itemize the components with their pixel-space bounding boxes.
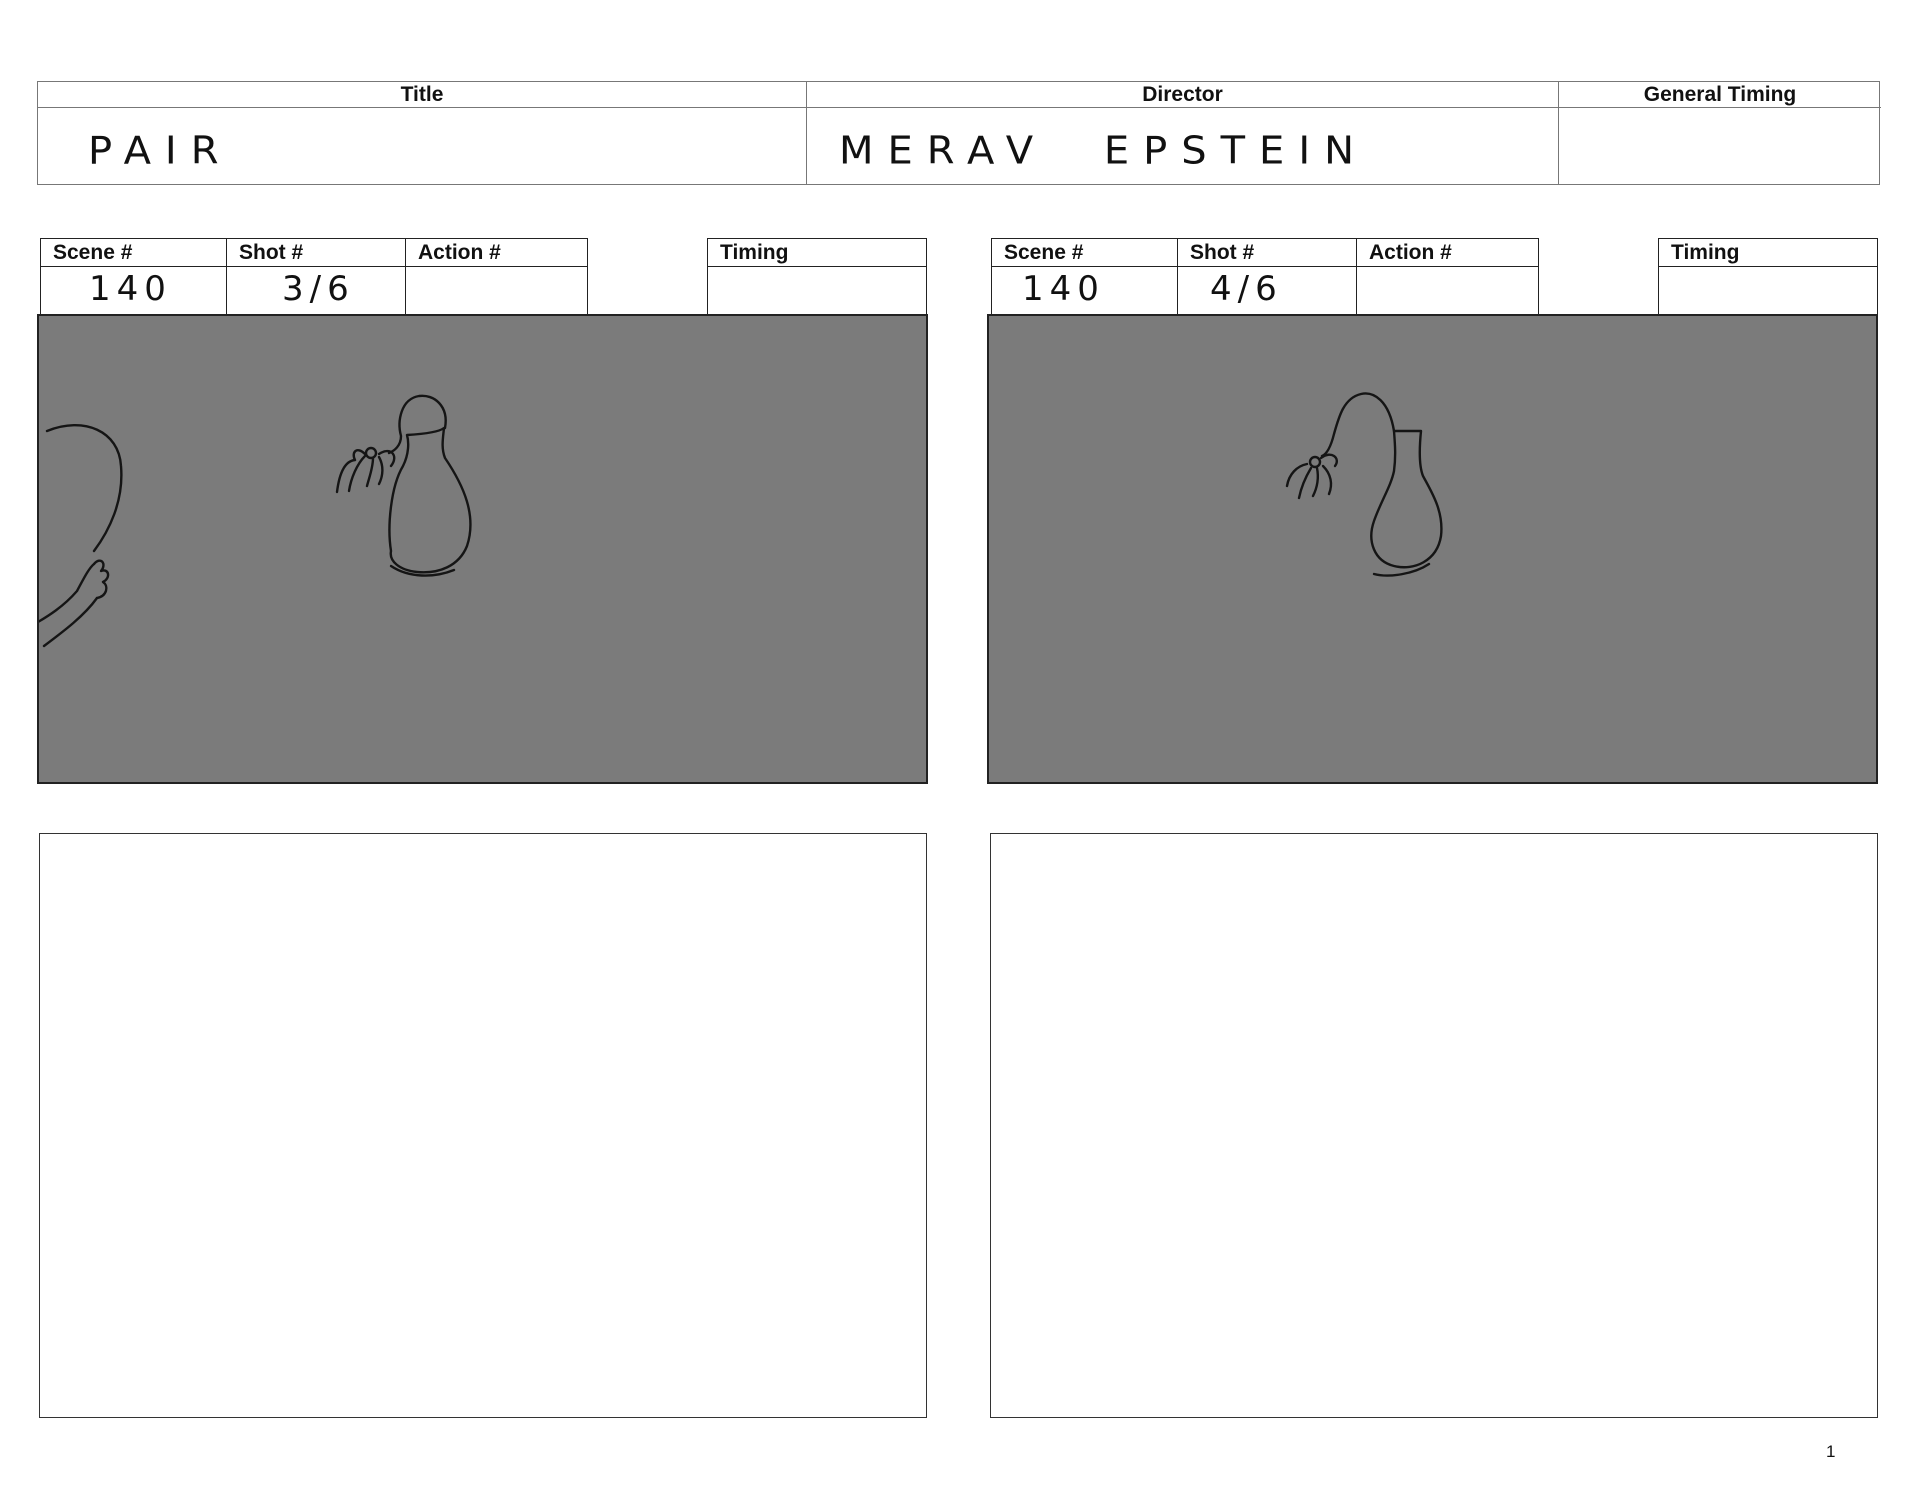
panel-4-frame bbox=[990, 833, 1878, 1418]
panel-2-shot-value: 4/6 bbox=[1210, 269, 1283, 309]
director-cell: Director MERAV EPSTEIN bbox=[807, 82, 1559, 184]
general-timing-label: General Timing bbox=[1559, 82, 1881, 108]
panel-2-action-label: Action # bbox=[1357, 239, 1538, 267]
panel-1-scene-label: Scene # bbox=[41, 239, 226, 267]
panel-2-scene-value: 140 bbox=[1022, 269, 1105, 309]
panel-2-shot-field: Shot # 4/6 bbox=[1177, 238, 1357, 316]
title-value: PAIR bbox=[88, 129, 233, 173]
panel-1-shot-label: Shot # bbox=[227, 239, 405, 267]
panel-2-scene-field: Scene # 140 bbox=[991, 238, 1178, 316]
panel-1-shot-field: Shot # 3/6 bbox=[226, 238, 406, 316]
director-value: MERAV EPSTEIN bbox=[839, 129, 1369, 173]
panel-1-sketch bbox=[39, 394, 472, 648]
panel-1-frame bbox=[37, 314, 928, 784]
panel-2-scene-label: Scene # bbox=[992, 239, 1177, 267]
panel-2-timing-label: Timing bbox=[1659, 239, 1877, 267]
panel-1-action-label: Action # bbox=[406, 239, 587, 267]
panel-1-scene-value: 140 bbox=[89, 269, 172, 309]
panel-1-action-field: Action # bbox=[405, 238, 588, 316]
general-timing-cell: General Timing bbox=[1559, 82, 1881, 184]
panel-2-frame bbox=[987, 314, 1878, 784]
panel-2-shot-label: Shot # bbox=[1178, 239, 1356, 267]
panel-1-timing-label: Timing bbox=[708, 239, 926, 267]
panel-3-frame bbox=[39, 833, 927, 1418]
panel-2-action-field: Action # bbox=[1356, 238, 1539, 316]
panel-1-scene-field: Scene # 140 bbox=[40, 238, 227, 316]
panel-2-sketch bbox=[1285, 392, 1443, 577]
header-table: Title PAIR Director MERAV EPSTEIN Genera… bbox=[37, 81, 1881, 185]
page-number: 1 bbox=[1826, 1442, 1836, 1461]
panel-2-timing-field: Timing bbox=[1658, 238, 1878, 316]
director-label: Director bbox=[807, 82, 1558, 108]
panel-1-timing-field: Timing bbox=[707, 238, 927, 316]
title-cell: Title PAIR bbox=[38, 82, 807, 184]
title-label: Title bbox=[38, 82, 806, 108]
panel-1-shot-value: 3/6 bbox=[282, 269, 355, 309]
